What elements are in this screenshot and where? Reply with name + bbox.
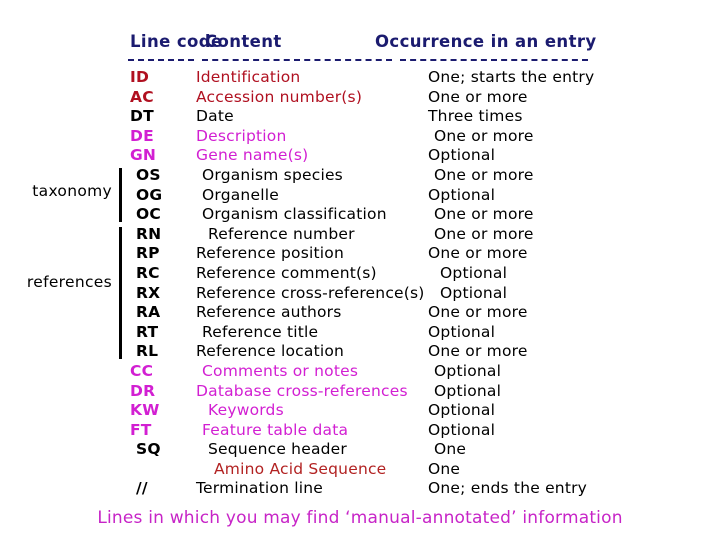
occurrence-cell: Optional [428,146,496,165]
table-row: // Termination line One; ends the entry [0,479,720,499]
line-code-cell: AC [130,87,154,106]
line-code-cell: // [136,479,148,498]
content-cell: Amino Acid Sequence [214,459,387,478]
table-row: AC Accession number(s) One or more [0,88,720,108]
table-row: SQ Sequence header One [0,440,720,460]
line-code-cell: RA [136,303,161,322]
line-code-table: ID Identification One; starts the entry AC A… [0,68,720,499]
table-row: DT Date Three times [0,107,720,127]
table-row: RP Reference position One or more [0,244,720,264]
occurrence-cell: Optional [440,263,508,282]
line-code-cell: OG [136,185,163,204]
occurrence-cell: One or more [434,205,534,224]
line-code-cell: DR [130,381,156,400]
occurrence-cell: One or more [428,87,528,106]
occurrence-cell: One or more [428,342,528,361]
content-cell: Description [196,126,287,145]
content-cell: Reference cross-reference(s) [196,283,425,302]
line-code-cell: ID [130,68,150,86]
occurrence-cell: Three times [428,107,523,126]
content-cell: Feature table data [202,420,349,439]
dashed-rule-occurrence [400,59,588,61]
occurrence-cell: One or more [428,303,528,322]
content-cell: Organism species [202,165,343,184]
content-cell: Reference location [196,342,345,361]
table-row: GN Gene name(s) Optional [0,146,720,166]
table-row: KW Keywords Optional [0,401,720,421]
table-row: RT Reference title Optional [0,323,720,343]
occurrence-cell: One or more [434,165,534,184]
occurrence-cell: One; ends the entry [428,479,588,498]
content-cell: Reference position [196,244,344,263]
occurrence-cell: Optional [434,361,502,380]
line-code-cell: SQ [136,440,161,459]
occurrence-cell: Optional [428,401,496,420]
line-code-cell: KW [130,401,160,420]
line-code-cell: DT [130,107,154,126]
content-cell: Identification [196,68,301,86]
table-row: OC Organism classification One or more [0,205,720,225]
table-row: Amino Acid Sequence One [0,460,720,480]
table-row: CC Comments or notes Optional [0,362,720,382]
line-code-cell: RC [136,263,160,282]
line-code-cell: RL [136,342,159,361]
occurrence-cell: Optional [428,322,496,341]
table-row: RX Reference cross-reference(s) Optional [0,284,720,304]
content-cell: Reference authors [196,303,342,322]
occurrence-cell: Optional [428,185,496,204]
header-dashed-rule [128,55,588,67]
content-cell: Reference comment(s) [196,263,377,282]
content-cell: Sequence header [208,440,347,459]
slide-canvas: Line code Content Occurrence in an entry… [0,0,720,540]
content-cell: Keywords [208,401,284,420]
line-code-cell: RP [136,244,160,263]
table-row: RC Reference comment(s) Optional [0,264,720,284]
occurrence-cell: One or more [434,224,534,243]
header-content: Content [205,32,282,51]
occurrence-cell: One or more [434,126,534,145]
line-code-cell: CC [130,361,154,380]
occurrence-cell: One or more [428,244,528,263]
content-cell: Gene name(s) [196,146,309,165]
line-code-cell: FT [130,420,152,439]
line-code-cell: RN [136,224,162,243]
dashed-rule-content [202,59,392,61]
content-cell: Reference number [208,224,355,243]
dashed-rule-line-code [128,59,194,61]
occurrence-cell: One [434,440,467,459]
table-row: RA Reference authors One or more [0,303,720,323]
occurrence-cell: Optional [428,420,496,439]
occurrence-cell: One; starts the entry [428,68,595,86]
occurrence-cell: Optional [440,283,508,302]
table-row: DE Description One or more [0,127,720,147]
table-row: OG Organelle Optional [0,186,720,206]
slide-caption: Lines in which you may find ‘manual-anno… [97,508,623,528]
line-code-cell: OS [136,165,161,184]
content-cell: Comments or notes [202,361,359,380]
line-code-cell: RX [136,283,161,302]
table-row: RL Reference location One or more [0,342,720,362]
header-occurrence: Occurrence in an entry [375,32,597,51]
table-row: FT Feature table data Optional [0,421,720,441]
content-cell: Date [196,107,234,126]
content-cell: Organism classification [202,205,387,224]
content-cell: Reference title [202,322,319,341]
table-row: DR Database cross-references Optional [0,382,720,402]
content-cell: Accession number(s) [196,87,363,106]
occurrence-cell: One [428,459,461,478]
table-row: RN Reference number One or more [0,225,720,245]
content-cell: Organelle [202,185,279,204]
line-code-cell: DE [130,126,154,145]
line-code-cell: OC [136,205,161,224]
table-row: ID Identification One; starts the entry [0,68,720,88]
content-cell: Database cross-references [196,381,408,400]
table-row: OS Organism species One or more [0,166,720,186]
line-code-cell: RT [136,322,159,341]
occurrence-cell: Optional [434,381,502,400]
line-code-cell: GN [130,146,157,165]
content-cell: Termination line [196,479,323,498]
